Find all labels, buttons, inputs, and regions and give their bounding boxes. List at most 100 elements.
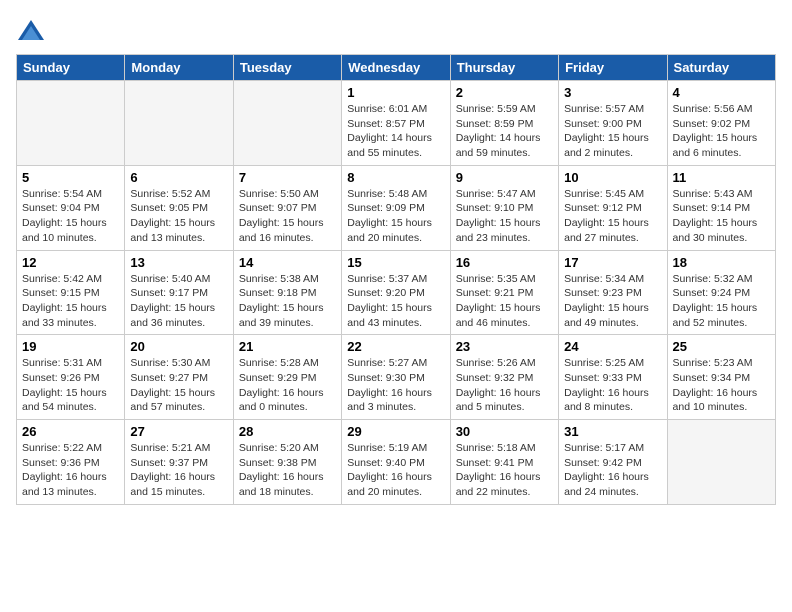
week-row-0: 1 Sunrise: 6:01 AM Sunset: 8:57 PM Daylig… <box>17 81 776 166</box>
day-cell: 26 Sunrise: 5:22 AM Sunset: 9:36 PM Dayli… <box>17 420 125 505</box>
day-cell: 11 Sunrise: 5:43 AM Sunset: 9:14 PM Dayli… <box>667 165 775 250</box>
day-cell: 2 Sunrise: 5:59 AM Sunset: 8:59 PM Daylig… <box>450 81 558 166</box>
day-number: 30 <box>456 424 553 439</box>
day-number: 21 <box>239 339 336 354</box>
day-number: 25 <box>673 339 770 354</box>
day-cell <box>233 81 341 166</box>
calendar-table: SundayMondayTuesdayWednesdayThursdayFrid… <box>16 54 776 505</box>
day-info: Sunrise: 5:30 AM Sunset: 9:27 PM Dayligh… <box>130 356 227 415</box>
day-info: Sunrise: 5:59 AM Sunset: 8:59 PM Dayligh… <box>456 102 553 161</box>
day-cell: 10 Sunrise: 5:45 AM Sunset: 9:12 PM Dayli… <box>559 165 667 250</box>
day-info: Sunrise: 5:19 AM Sunset: 9:40 PM Dayligh… <box>347 441 444 500</box>
day-number: 1 <box>347 85 444 100</box>
day-info: Sunrise: 5:35 AM Sunset: 9:21 PM Dayligh… <box>456 272 553 331</box>
day-cell: 12 Sunrise: 5:42 AM Sunset: 9:15 PM Dayli… <box>17 250 125 335</box>
day-cell: 15Sunrise: 5:37 AM Sunset: 9:20 PM Dayli… <box>342 250 450 335</box>
day-info: Sunrise: 5:17 AM Sunset: 9:42 PM Dayligh… <box>564 441 661 500</box>
day-info: Sunrise: 5:42 AM Sunset: 9:15 PM Dayligh… <box>22 272 119 331</box>
day-info: Sunrise: 5:37 AM Sunset: 9:20 PM Dayligh… <box>347 272 444 331</box>
day-cell: 25 Sunrise: 5:23 AM Sunset: 9:34 PM Dayli… <box>667 335 775 420</box>
day-cell: 30 Sunrise: 5:18 AM Sunset: 9:41 PM Dayli… <box>450 420 558 505</box>
day-info: Sunrise: 5:52 AM Sunset: 9:05 PM Dayligh… <box>130 187 227 246</box>
day-info: Sunrise: 6:01 AM Sunset: 8:57 PM Dayligh… <box>347 102 444 161</box>
day-number: 19 <box>22 339 119 354</box>
day-cell: 29 Sunrise: 5:19 AM Sunset: 9:40 PM Dayli… <box>342 420 450 505</box>
day-cell: 5Sunrise: 5:54 AM Sunset: 9:04 PM Daylig… <box>17 165 125 250</box>
day-info: Sunrise: 5:43 AM Sunset: 9:14 PM Dayligh… <box>673 187 770 246</box>
day-cell: 18Sunrise: 5:32 AM Sunset: 9:24 PM Dayli… <box>667 250 775 335</box>
header-friday: Friday <box>559 55 667 81</box>
day-number: 9 <box>456 170 553 185</box>
day-cell: 14 Sunrise: 5:38 AM Sunset: 9:18 PM Dayli… <box>233 250 341 335</box>
day-number: 5 <box>22 170 119 185</box>
logo <box>16 16 50 46</box>
day-cell: 13 Sunrise: 5:40 AM Sunset: 9:17 PM Dayli… <box>125 250 233 335</box>
day-number: 4 <box>673 85 770 100</box>
day-number: 24 <box>564 339 661 354</box>
day-number: 11 <box>673 170 770 185</box>
day-cell: 22Sunrise: 5:27 AM Sunset: 9:30 PM Dayli… <box>342 335 450 420</box>
header-thursday: Thursday <box>450 55 558 81</box>
week-row-4: 26 Sunrise: 5:22 AM Sunset: 9:36 PM Dayli… <box>17 420 776 505</box>
day-cell: 3 Sunrise: 5:57 AM Sunset: 9:00 PM Daylig… <box>559 81 667 166</box>
day-cell: 19Sunrise: 5:31 AM Sunset: 9:26 PM Dayli… <box>17 335 125 420</box>
day-cell <box>125 81 233 166</box>
day-number: 10 <box>564 170 661 185</box>
day-info: Sunrise: 5:38 AM Sunset: 9:18 PM Dayligh… <box>239 272 336 331</box>
day-cell: 23 Sunrise: 5:26 AM Sunset: 9:32 PM Dayli… <box>450 335 558 420</box>
day-number: 26 <box>22 424 119 439</box>
day-cell: 4Sunrise: 5:56 AM Sunset: 9:02 PM Daylig… <box>667 81 775 166</box>
day-number: 22 <box>347 339 444 354</box>
header-row: SundayMondayTuesdayWednesdayThursdayFrid… <box>17 55 776 81</box>
day-number: 28 <box>239 424 336 439</box>
day-info: Sunrise: 5:26 AM Sunset: 9:32 PM Dayligh… <box>456 356 553 415</box>
day-info: Sunrise: 5:23 AM Sunset: 9:34 PM Dayligh… <box>673 356 770 415</box>
day-number: 3 <box>564 85 661 100</box>
day-number: 6 <box>130 170 227 185</box>
day-info: Sunrise: 5:45 AM Sunset: 9:12 PM Dayligh… <box>564 187 661 246</box>
day-cell: 6 Sunrise: 5:52 AM Sunset: 9:05 PM Daylig… <box>125 165 233 250</box>
day-number: 23 <box>456 339 553 354</box>
day-info: Sunrise: 5:57 AM Sunset: 9:00 PM Dayligh… <box>564 102 661 161</box>
day-info: Sunrise: 5:25 AM Sunset: 9:33 PM Dayligh… <box>564 356 661 415</box>
day-cell: 27Sunrise: 5:21 AM Sunset: 9:37 PM Dayli… <box>125 420 233 505</box>
day-info: Sunrise: 5:18 AM Sunset: 9:41 PM Dayligh… <box>456 441 553 500</box>
day-cell: 1 Sunrise: 6:01 AM Sunset: 8:57 PM Daylig… <box>342 81 450 166</box>
day-info: Sunrise: 5:40 AM Sunset: 9:17 PM Dayligh… <box>130 272 227 331</box>
header-wednesday: Wednesday <box>342 55 450 81</box>
day-cell: 9 Sunrise: 5:47 AM Sunset: 9:10 PM Daylig… <box>450 165 558 250</box>
day-info: Sunrise: 5:28 AM Sunset: 9:29 PM Dayligh… <box>239 356 336 415</box>
logo-icon <box>16 16 46 46</box>
day-cell: 28Sunrise: 5:20 AM Sunset: 9:38 PM Dayli… <box>233 420 341 505</box>
day-info: Sunrise: 5:50 AM Sunset: 9:07 PM Dayligh… <box>239 187 336 246</box>
day-info: Sunrise: 5:22 AM Sunset: 9:36 PM Dayligh… <box>22 441 119 500</box>
day-number: 14 <box>239 255 336 270</box>
day-number: 12 <box>22 255 119 270</box>
header-sunday: Sunday <box>17 55 125 81</box>
week-row-2: 12 Sunrise: 5:42 AM Sunset: 9:15 PM Dayli… <box>17 250 776 335</box>
header-saturday: Saturday <box>667 55 775 81</box>
day-cell: 16 Sunrise: 5:35 AM Sunset: 9:21 PM Dayli… <box>450 250 558 335</box>
week-row-1: 5Sunrise: 5:54 AM Sunset: 9:04 PM Daylig… <box>17 165 776 250</box>
day-number: 29 <box>347 424 444 439</box>
day-number: 13 <box>130 255 227 270</box>
day-cell <box>17 81 125 166</box>
calendar-header: SundayMondayTuesdayWednesdayThursdayFrid… <box>17 55 776 81</box>
day-number: 2 <box>456 85 553 100</box>
day-cell: 21 Sunrise: 5:28 AM Sunset: 9:29 PM Dayli… <box>233 335 341 420</box>
day-info: Sunrise: 5:34 AM Sunset: 9:23 PM Dayligh… <box>564 272 661 331</box>
day-number: 8 <box>347 170 444 185</box>
page-header <box>16 16 776 46</box>
day-info: Sunrise: 5:48 AM Sunset: 9:09 PM Dayligh… <box>347 187 444 246</box>
day-cell: 24 Sunrise: 5:25 AM Sunset: 9:33 PM Dayli… <box>559 335 667 420</box>
day-info: Sunrise: 5:21 AM Sunset: 9:37 PM Dayligh… <box>130 441 227 500</box>
day-number: 20 <box>130 339 227 354</box>
day-number: 17 <box>564 255 661 270</box>
day-number: 18 <box>673 255 770 270</box>
header-monday: Monday <box>125 55 233 81</box>
day-cell: 7 Sunrise: 5:50 AM Sunset: 9:07 PM Daylig… <box>233 165 341 250</box>
day-cell: 8 Sunrise: 5:48 AM Sunset: 9:09 PM Daylig… <box>342 165 450 250</box>
day-number: 16 <box>456 255 553 270</box>
day-info: Sunrise: 5:47 AM Sunset: 9:10 PM Dayligh… <box>456 187 553 246</box>
day-number: 7 <box>239 170 336 185</box>
